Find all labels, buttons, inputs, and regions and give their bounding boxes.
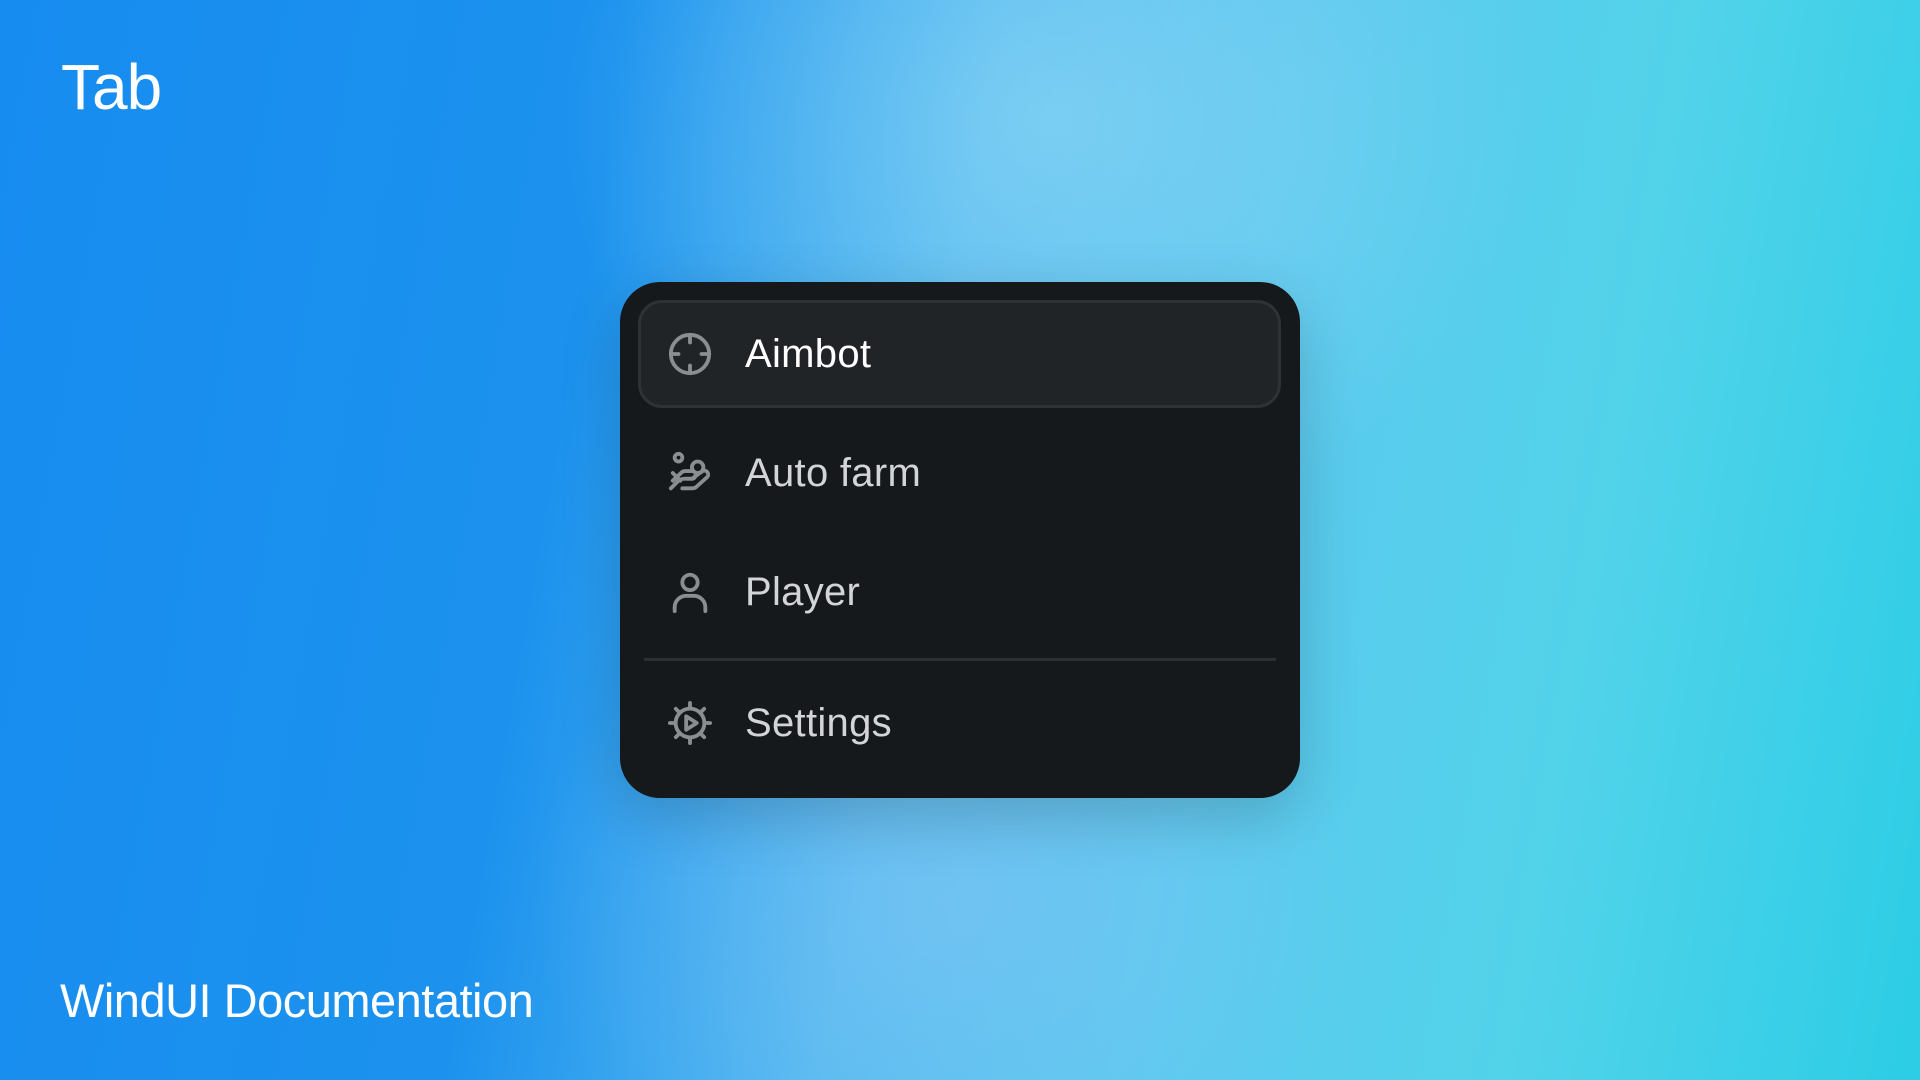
tab-list: Aimbot Auto farm Player Settings bbox=[620, 282, 1300, 798]
tab-label: Settings bbox=[745, 700, 892, 745]
tab-auto-farm[interactable]: Auto farm bbox=[638, 419, 1281, 527]
settings-play-icon bbox=[666, 699, 714, 747]
crosshair-icon bbox=[666, 330, 714, 378]
tab-label: Player bbox=[745, 569, 861, 614]
user-icon bbox=[666, 568, 714, 616]
hand-coins-icon bbox=[666, 449, 714, 497]
page-title: Tab bbox=[61, 51, 162, 123]
tab-label: Aimbot bbox=[745, 331, 872, 376]
tab-label: Auto farm bbox=[745, 450, 922, 495]
tab-aimbot[interactable]: Aimbot bbox=[638, 300, 1281, 408]
divider bbox=[644, 658, 1276, 661]
tab-player[interactable]: Player bbox=[638, 538, 1281, 646]
footer-title: WindUI Documentation bbox=[60, 974, 534, 1027]
tab-settings[interactable]: Settings bbox=[638, 669, 1281, 777]
